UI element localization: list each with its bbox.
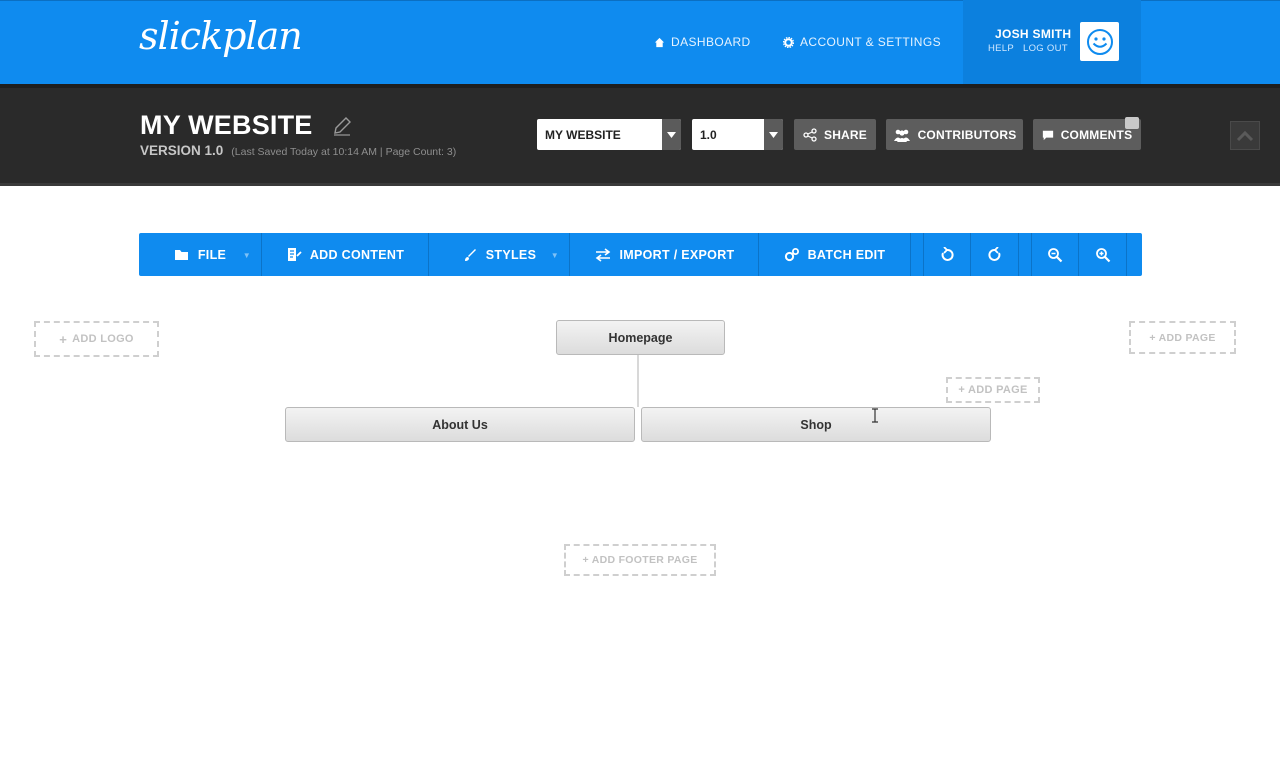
add-footer-page-label: + ADD FOOTER PAGE xyxy=(582,554,698,566)
comment-icon xyxy=(1042,130,1053,140)
home-icon xyxy=(654,37,665,47)
brush-icon xyxy=(464,248,476,261)
import-export-label: IMPORT / EXPORT xyxy=(619,247,735,262)
add-page-inline-label: + ADD PAGE xyxy=(958,384,1028,396)
text-cursor-icon xyxy=(872,408,878,423)
add-logo-button[interactable]: + ADD LOGO xyxy=(34,321,159,357)
user-links: HELP LOG OUT xyxy=(988,43,1068,54)
share-button[interactable]: SHARE xyxy=(794,119,876,150)
file-menu-button[interactable]: FILE ▼ xyxy=(139,233,262,276)
file-label: FILE xyxy=(197,247,227,262)
account-settings-label: ACCOUNT & SETTINGS xyxy=(800,35,941,49)
contributors-button[interactable]: CONTRIBUTORS xyxy=(886,119,1023,150)
smiley-avatar-icon xyxy=(1086,28,1113,55)
user-name: JOSH SMITH xyxy=(995,27,1072,41)
comments-label: COMMENTS xyxy=(1060,127,1133,142)
share-icon xyxy=(803,127,817,142)
add-page-button[interactable]: + ADD PAGE xyxy=(1129,321,1236,354)
folder-icon xyxy=(174,249,188,260)
version-label: VERSION 1.0 xyxy=(140,143,224,158)
chevron-down-icon xyxy=(662,119,681,150)
save-meta: (Last Saved Today at 10:14 AM | Page Cou… xyxy=(231,146,457,158)
gears-icon xyxy=(784,247,799,261)
plus-icon: + xyxy=(59,331,68,347)
zoom-out-button[interactable] xyxy=(1031,233,1079,276)
page-shop[interactable]: Shop xyxy=(641,407,991,442)
document-add-icon xyxy=(287,247,302,261)
zoom-out-icon xyxy=(1048,247,1063,262)
page-title: About Us xyxy=(432,417,488,432)
gear-icon xyxy=(783,36,794,48)
help-link[interactable]: HELP xyxy=(988,43,1014,54)
styles-label: STYLES xyxy=(485,247,537,262)
site-select[interactable]: MY WEBSITE xyxy=(537,119,681,150)
logout-link[interactable]: LOG OUT xyxy=(1023,43,1068,54)
page-title: Shop xyxy=(800,417,832,432)
page-title: Homepage xyxy=(608,330,673,345)
comment-count-badge xyxy=(1125,117,1139,129)
add-sibling-page-button[interactable]: + ADD PAGE xyxy=(946,377,1040,403)
add-footer-page-button[interactable]: + ADD FOOTER PAGE xyxy=(564,544,716,576)
tree-connector xyxy=(637,355,639,407)
collapse-header-button[interactable] xyxy=(1230,121,1260,150)
version-select[interactable]: 1.0 xyxy=(692,119,783,150)
swap-arrows-icon xyxy=(595,247,610,262)
contributors-label: CONTRIBUTORS xyxy=(917,127,1017,142)
pencil-edit-icon[interactable] xyxy=(331,115,353,137)
slickplan-logo[interactable]: slickplan xyxy=(139,14,303,58)
redo-icon xyxy=(987,246,1000,261)
add-content-button[interactable]: ADD CONTENT xyxy=(262,233,429,276)
undo-button[interactable] xyxy=(923,233,971,276)
avatar[interactable] xyxy=(1080,22,1119,61)
redo-button[interactable] xyxy=(971,233,1019,276)
chevron-down-icon xyxy=(764,119,783,150)
import-export-button[interactable]: IMPORT / EXPORT xyxy=(570,233,759,276)
share-label: SHARE xyxy=(823,127,867,142)
zoom-in-icon xyxy=(1095,247,1110,262)
users-icon xyxy=(893,129,910,142)
version-select-value: 1.0 xyxy=(700,127,717,142)
account-settings-link[interactable]: ACCOUNT & SETTINGS xyxy=(783,35,941,49)
batch-edit-button[interactable]: BATCH EDIT xyxy=(759,233,911,276)
add-page-label: + ADD PAGE xyxy=(1149,331,1216,344)
batch-edit-label: BATCH EDIT xyxy=(807,247,886,262)
zoom-in-button[interactable] xyxy=(1079,233,1127,276)
add-content-label: ADD CONTENT xyxy=(309,247,405,262)
page-about-us[interactable]: About Us xyxy=(285,407,635,442)
version-info: VERSION 1.0 (Last Saved Today at 10:14 A… xyxy=(140,143,456,158)
caret-down-icon: ▼ xyxy=(242,251,251,260)
page-homepage[interactable]: Homepage xyxy=(556,320,725,355)
chevron-up-icon xyxy=(1236,130,1254,141)
project-title: MY WEBSITE xyxy=(140,110,313,140)
caret-down-icon: ▼ xyxy=(550,251,559,260)
styles-menu-button[interactable]: STYLES ▼ xyxy=(429,233,570,276)
dashboard-label: DASHBOARD xyxy=(671,35,751,49)
add-logo-label: ADD LOGO xyxy=(72,333,134,345)
main-toolbar: FILE ▼ ADD CONTENT STYLES ▼ IMPORT / EXP… xyxy=(139,233,1142,276)
site-select-value: MY WEBSITE xyxy=(545,127,621,142)
undo-icon xyxy=(941,246,954,261)
dashboard-link[interactable]: DASHBOARD xyxy=(654,35,751,49)
